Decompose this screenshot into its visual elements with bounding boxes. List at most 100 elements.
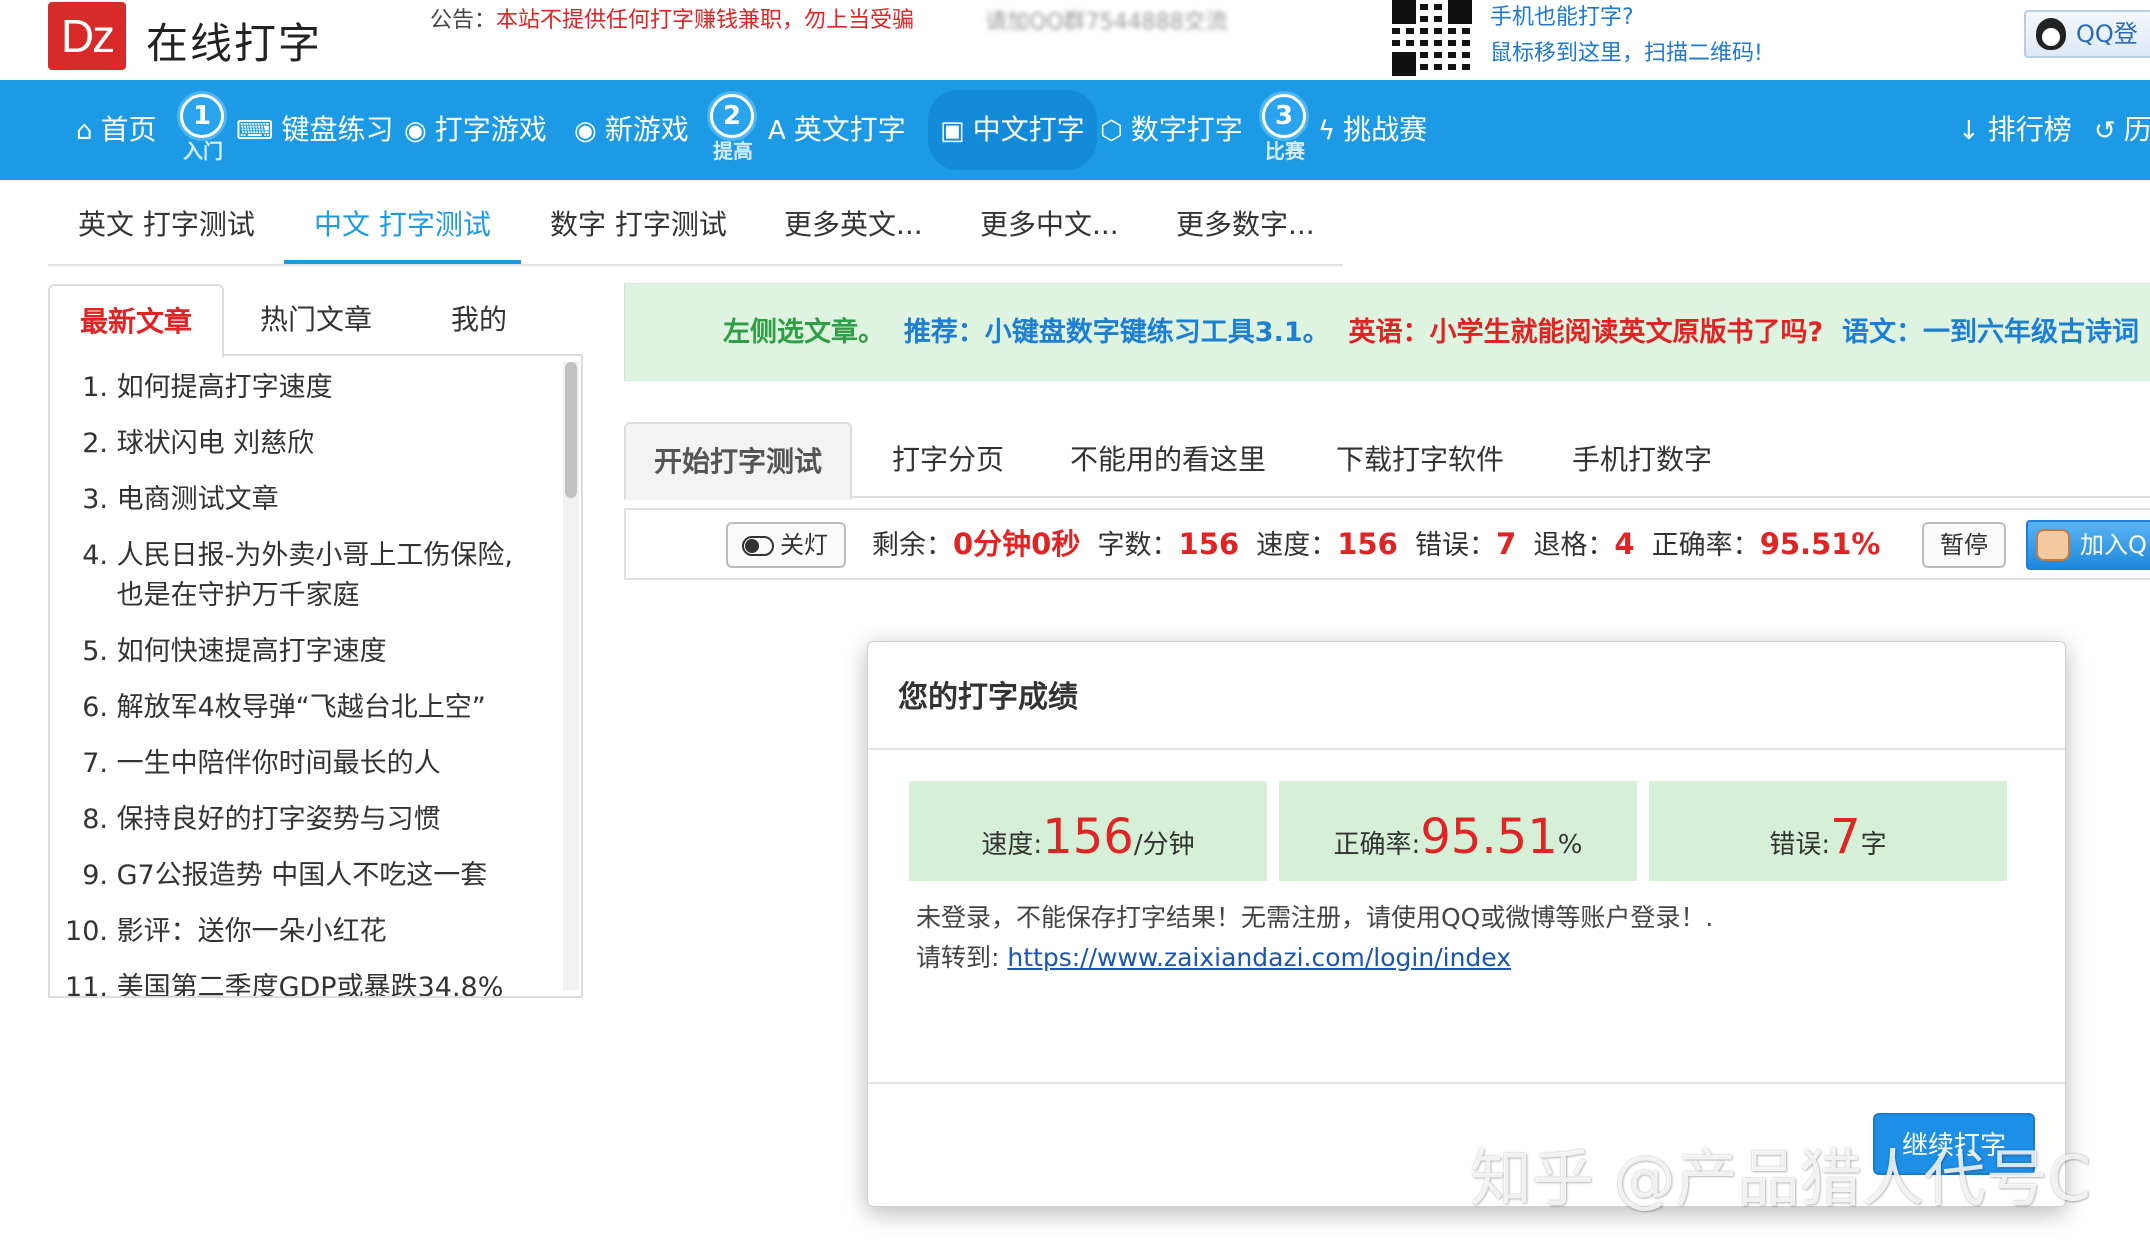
tab-chinese-test[interactable]: 中文 打字测试: [284, 192, 521, 264]
site-name[interactable]: 在线打字: [146, 10, 322, 71]
error-result-value: 7: [1830, 809, 1861, 865]
toggle-icon: [742, 536, 774, 556]
tab-english-test[interactable]: 英文 打字测试: [78, 192, 255, 264]
main-nav: ⌂ 首页 1 入门 ⌨ 键盘练习 ◉ 打字游戏 ◉ 新游戏 2 提高 A 英文打字 ▣ 中文…: [0, 80, 2150, 180]
nav-leaderboard-label: 排行榜: [1987, 113, 2072, 146]
list-item[interactable]: 5. 如何快速提高打字速度: [50, 632, 560, 672]
tab-troubleshoot[interactable]: 不能用的看这里: [1070, 422, 1266, 498]
accuracy-label: 正确率：: [1651, 530, 1760, 561]
document-icon: ▣: [940, 116, 965, 146]
mobile-hint[interactable]: 手机也能打字? 鼠标移到这里，扫描二维码!: [1490, 0, 1763, 72]
home-icon: ⌂: [76, 116, 93, 146]
login-redirect-label: 请转到:: [916, 943, 1008, 972]
nav-new-games[interactable]: ◉ 新游戏: [574, 80, 689, 180]
tab-more-chinese[interactable]: 更多中文...: [980, 192, 1119, 264]
nav-number-typing[interactable]: ⬡ 数字打字: [1100, 80, 1243, 180]
list-item[interactable]: 2. 球状闪电 刘慈欣: [50, 424, 560, 464]
list-item[interactable]: 9. G7公报造势 中国人不吃这一套: [50, 856, 560, 896]
notice-text: 本站不提供任何打字赚钱兼职，勿上当受骗: [496, 8, 915, 33]
accuracy-value: 95.51%: [1759, 527, 1881, 561]
lightning-icon: ϟ: [1318, 116, 1336, 146]
nav-typing-games[interactable]: ◉ 打字游戏: [404, 80, 547, 180]
login-link[interactable]: https://www.zaixiandazi.com/login/index: [1007, 943, 1511, 972]
qq-penguin-icon: [2036, 18, 2066, 50]
lights-off-button[interactable]: 关灯: [726, 522, 846, 568]
result-modal: 您的打字成绩 速度:156/分钟 正确率:95.51% 错误:7字 未登录，不能…: [867, 641, 2066, 1207]
test-action-tabs: 开始打字测试 打字分页 不能用的看这里 下载打字软件 手机打数字: [624, 422, 2150, 500]
nav-chinese-typing[interactable]: ▣ 中文打字: [928, 90, 1097, 170]
tab-mobile-numbers[interactable]: 手机打数字: [1572, 422, 1712, 498]
tab-number-test[interactable]: 数字 打字测试: [550, 192, 727, 264]
error-result-unit: 字: [1860, 830, 1887, 860]
nav-home-label: 首页: [100, 113, 157, 146]
list-item[interactable]: 11. 美国第二季度GDP或暴跌34.8%: [50, 968, 560, 996]
speed-result-value: 156: [1042, 809, 1134, 865]
tab-paging[interactable]: 打字分页: [892, 422, 1004, 498]
article-scrollbar[interactable]: [563, 362, 579, 990]
join-qq-group-button[interactable]: 加入Q: [2026, 520, 2150, 570]
list-item[interactable]: 1. 如何提高打字速度: [50, 368, 560, 408]
tab-popular-articles[interactable]: 热门文章: [228, 284, 404, 356]
login-warning: 未登录，不能保存打字结果！无需注册，请使用QQ或微博等账户登录！.: [916, 903, 1714, 932]
nav-history[interactable]: ↺ 历: [2094, 80, 2150, 180]
step-3-badge: 3 比赛: [1262, 94, 1308, 164]
accuracy-result-unit: %: [1557, 830, 1583, 860]
nav-new-games-label: 新游戏: [604, 113, 689, 146]
nav-challenge[interactable]: ϟ 挑战赛: [1318, 80, 1427, 180]
login-message: 未登录，不能保存打字结果！无需注册，请使用QQ或微博等账户登录！. 请转到: h…: [916, 898, 1713, 978]
nav-english-typing[interactable]: A 英文打字: [768, 80, 906, 180]
tab-start-test[interactable]: 开始打字测试: [624, 422, 853, 500]
notice: 公告：本站不提供任何打字赚钱兼职，勿上当受骗: [430, 2, 914, 34]
remaining-value: 0分钟0秒: [953, 527, 1081, 561]
cube-icon: ⬡: [1100, 116, 1123, 146]
sort-icon: ↓: [1958, 116, 1980, 146]
error-result-label: 错误:: [1769, 830, 1831, 860]
count-value: 156: [1178, 527, 1240, 561]
nav-keyboard-practice[interactable]: ⌨ 键盘练习: [236, 80, 394, 180]
list-item[interactable]: 4. 人民日报-为外卖小哥上工伤保险, 也是在守护万千家庭: [50, 536, 560, 616]
article-tabs: 最新文章 热门文章 我的: [48, 284, 583, 358]
gamepad-icon: ◉: [404, 116, 427, 146]
list-item[interactable]: 7. 一生中陪伴你时间最长的人: [50, 744, 560, 784]
list-item[interactable]: 3. 电商测试文章: [50, 480, 560, 520]
accuracy-result-value: 95.51: [1420, 809, 1558, 865]
tab-more-numbers[interactable]: 更多数字...: [1176, 192, 1315, 264]
qr-code-icon[interactable]: [1392, 0, 1472, 76]
banner-chinese-link[interactable]: 语文：一到六年级古诗词: [1842, 317, 2139, 348]
pause-button[interactable]: 暂停: [1922, 522, 2006, 568]
nav-home[interactable]: ⌂ 首页: [76, 80, 157, 180]
tab-my-articles[interactable]: 我的: [404, 284, 554, 356]
site-logo[interactable]: Dz: [48, 2, 126, 70]
speed-result: 速度:156/分钟: [909, 781, 1267, 881]
tab-more-english[interactable]: 更多英文...: [784, 192, 923, 264]
error-result: 错误:7字: [1649, 781, 2007, 881]
qq-login-button[interactable]: QQ登: [2024, 10, 2150, 58]
modal-divider: [868, 748, 2065, 750]
list-item[interactable]: 8. 保持良好的打字姿势与习惯: [50, 800, 560, 840]
remaining-label: 剩余：: [872, 530, 953, 561]
nav-leaderboard[interactable]: ↓ 排行榜: [1958, 80, 2072, 180]
banner-english-link[interactable]: 英语：小学生就能阅读英文原版书了吗?: [1348, 317, 1823, 348]
nav-number-label: 数字打字: [1130, 113, 1243, 146]
speed-result-label: 速度:: [981, 830, 1043, 860]
scrollbar-thumb[interactable]: [565, 362, 577, 498]
list-item[interactable]: 6. 解放军4枚导弹“飞越台北上空”: [50, 688, 560, 728]
nav-games-label: 打字游戏: [434, 113, 547, 146]
tab-download-software[interactable]: 下载打字软件: [1336, 422, 1504, 498]
step-1-caption: 入门: [183, 139, 223, 163]
banner-recommend-link[interactable]: 推荐：小键盘数字键练习工具3.1。: [904, 317, 1330, 348]
recommend-banner: 左侧选文章。 推荐：小键盘数字键练习工具3.1。 英语：小学生就能阅读英文原版书…: [624, 283, 2150, 381]
article-list: 1. 如何提高打字速度 2. 球状闪电 刘慈欣 3. 电商测试文章 4. 人民日…: [48, 356, 583, 998]
history-icon: ↺: [2094, 116, 2116, 146]
continue-typing-button[interactable]: 继续打字: [1873, 1113, 2035, 1175]
notice-label: 公告：: [430, 8, 497, 33]
step-1-circle: 1: [180, 94, 224, 138]
speed-label: 速度：: [1256, 530, 1338, 561]
tab-latest-articles[interactable]: 最新文章: [48, 284, 224, 358]
modal-title: 您的打字成绩: [898, 680, 1078, 715]
step-3-caption: 比赛: [1265, 139, 1305, 163]
blurred-notice: 请加QQ群7544888交流: [985, 10, 1228, 30]
banner-hint: 左侧选文章。: [723, 317, 885, 348]
list-item[interactable]: 10. 影评：送你一朵小红花: [50, 912, 560, 952]
typing-status-bar: 关灯 剩余：0分钟0秒 字数：156 速度：156 错误：7 退格：4 正确率：…: [624, 508, 2150, 580]
